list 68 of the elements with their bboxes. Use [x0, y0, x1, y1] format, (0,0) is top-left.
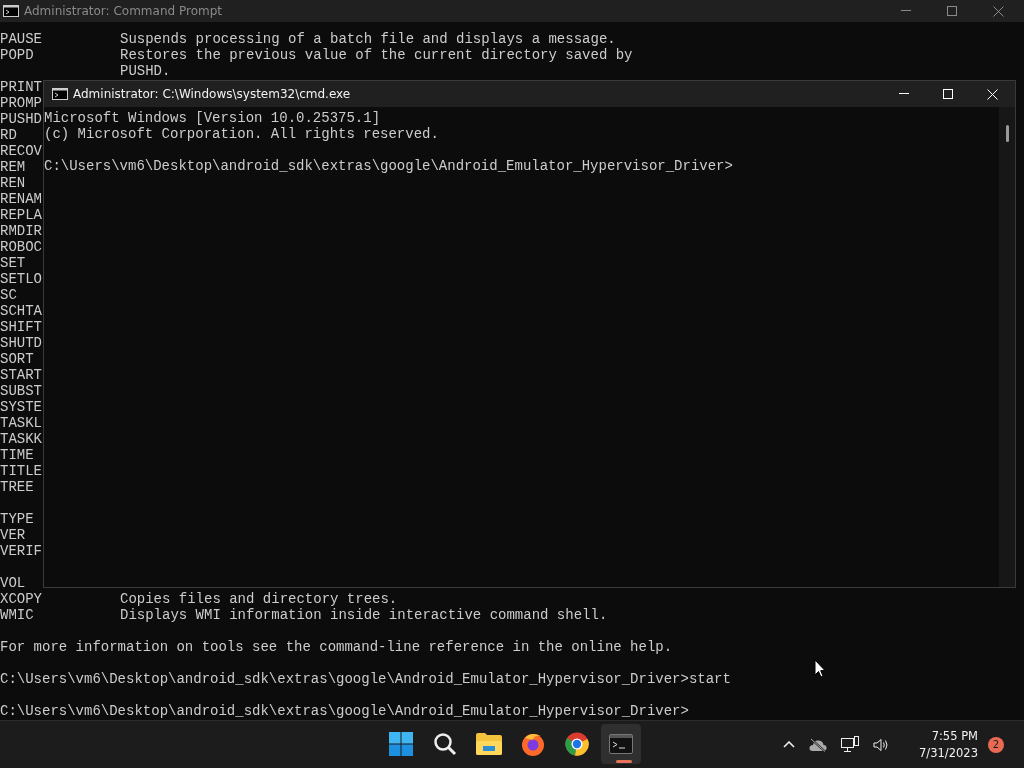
console-text: SYSTE [0, 399, 42, 415]
console-text: VOL [0, 575, 26, 591]
console-text: SUBST [0, 383, 42, 399]
window-title: Administrator: Command Prompt [24, 4, 222, 18]
console-text: REN [0, 175, 26, 191]
chevron-up-icon[interactable] [783, 741, 796, 748]
console-text: SETLO [0, 271, 42, 287]
minimize-icon[interactable] [899, 93, 909, 95]
console-text: POPD [0, 47, 34, 63]
chrome-icon [565, 732, 589, 756]
console-text: Restores the previous value of the current directory saved by [120, 47, 633, 63]
console-text: VER [0, 527, 26, 543]
console-text: RECOV [0, 143, 42, 159]
console-text: Copies files and directory trees. [120, 591, 398, 607]
console-text: PUSHD [0, 111, 42, 127]
console-text: TASKL [0, 415, 42, 431]
console-text: For more information on tools see the command-line reference in the online help. [0, 639, 673, 655]
volume-icon[interactable] [873, 737, 890, 752]
console-text: WMIC [0, 607, 34, 623]
console-text: XCOPY [0, 591, 42, 607]
console-text: TREE [0, 479, 34, 495]
console-text: RD [0, 127, 17, 143]
clock-time[interactable]: 7:55 PM [931, 727, 978, 745]
console-text: Displays WMI information inside interactive command shell. [120, 607, 608, 623]
console-text: REM [0, 159, 26, 175]
clock-date[interactable]: 7/31/2023 [919, 744, 978, 762]
console-text: SHIFT [0, 319, 42, 335]
folder-icon [476, 733, 502, 755]
terminal-icon [3, 5, 19, 17]
terminal-icon [52, 88, 68, 100]
console-text: PROMP [0, 95, 42, 111]
console-text: TITLE [0, 463, 42, 479]
windows-logo-icon [389, 732, 413, 756]
console-text: SCHTA [0, 303, 42, 319]
console-text: Suspends processing of a batch file and displays a message. [120, 31, 616, 47]
taskbar-button[interactable] [601, 724, 641, 764]
cloud-off-icon[interactable] [809, 737, 828, 752]
console-text: TIME [0, 447, 34, 463]
console-text: RMDIR [0, 223, 42, 239]
console-text: SET [0, 255, 26, 271]
active-indicator [616, 760, 632, 763]
cursor-icon [814, 659, 826, 678]
console-text: Microsoft Windows [Version 10.0.25375.1] [44, 110, 381, 126]
console-text: (c) Microsoft Corporation. All rights reserved. [44, 126, 439, 142]
console-text: RENAM [0, 191, 42, 207]
search-icon [433, 732, 457, 756]
scrollbar[interactable] [999, 107, 1015, 587]
network-icon[interactable] [841, 736, 860, 753]
console-text: C:\Users\vm6\Desktop\android_sdk\extras\google\Android_Emulator_Hypervisor_Driver> [44, 158, 733, 174]
console-text: TASKK [0, 431, 42, 447]
window-title: Administrator: C:\Windows\system32\cmd.exe [73, 87, 351, 101]
notification-badge[interactable]: 2 [988, 736, 1004, 753]
console-text: C:\Users\vm6\Desktop\android_sdk\extras\google\Android_Emulator_Hypervisor_Driver>start [0, 671, 731, 687]
console-text: REPLA [0, 207, 42, 223]
console-text: ROBOC [0, 239, 42, 255]
terminal-icon [609, 734, 633, 754]
console-text: TYPE [0, 511, 34, 527]
console-text: VERIF [0, 543, 42, 559]
console-text: PUSHD. [120, 63, 171, 79]
console-text: SC [0, 287, 17, 303]
console-text: SHUTD [0, 335, 42, 351]
firefox-icon [521, 732, 545, 756]
console-text: PRINT [0, 79, 42, 95]
console-text: PAUSE [0, 31, 42, 47]
console-text: C:\Users\vm6\Desktop\android_sdk\extras\google\Android_Emulator_Hypervisor_Driver> [0, 703, 689, 719]
console-text: SORT [0, 351, 34, 367]
scroll-thumb[interactable] [1006, 125, 1009, 142]
console-text: START [0, 367, 42, 383]
